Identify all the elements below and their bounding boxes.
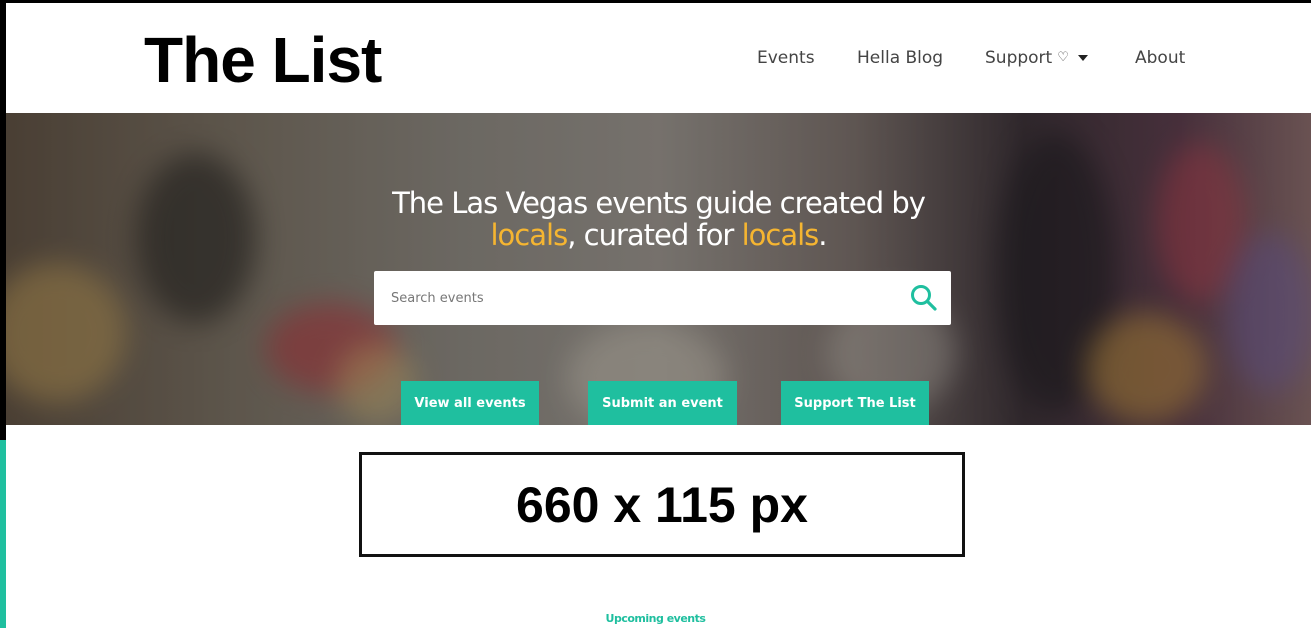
ad-placeholder: 660 x 115 px xyxy=(359,452,965,557)
tagline-highlight-1: locals xyxy=(490,218,569,252)
hero-tagline: The Las Vegas events guide created by lo… xyxy=(6,187,1311,251)
search-icon[interactable] xyxy=(909,283,939,313)
tagline-text-3: . xyxy=(818,218,827,252)
ad-placeholder-label: 660 x 115 px xyxy=(516,476,808,533)
submit-event-button[interactable]: Submit an event xyxy=(588,381,737,425)
nav-link-events[interactable]: Events xyxy=(757,47,815,69)
site-header: The List Events Hella Blog Support ♡ Abo… xyxy=(6,3,1311,113)
side-accent-bar xyxy=(0,440,6,628)
nav-link-blog[interactable]: Hella Blog xyxy=(857,47,943,69)
heart-icon: ♡ xyxy=(1057,50,1069,65)
nav-dropdown-support[interactable]: Support ♡ xyxy=(985,47,1088,69)
upcoming-events-heading: Upcoming events xyxy=(605,612,706,625)
site-logo[interactable]: The List xyxy=(144,25,382,95)
tagline-text-1: The Las Vegas events guide created by xyxy=(392,186,926,220)
view-all-events-button[interactable]: View all events xyxy=(401,381,539,425)
hero-banner: The Las Vegas events guide created by lo… xyxy=(6,113,1311,425)
tagline-highlight-2: locals xyxy=(741,218,820,252)
caret-down-icon xyxy=(1077,55,1088,61)
nav-link-about[interactable]: About xyxy=(1135,47,1185,69)
hero-overlay xyxy=(6,113,1311,425)
support-the-list-button[interactable]: Support The List xyxy=(781,381,929,425)
search-input[interactable] xyxy=(374,271,894,325)
search-box xyxy=(374,271,951,325)
tagline-text-2: , curated for xyxy=(567,218,742,252)
nav-support-label: Support xyxy=(985,48,1053,68)
